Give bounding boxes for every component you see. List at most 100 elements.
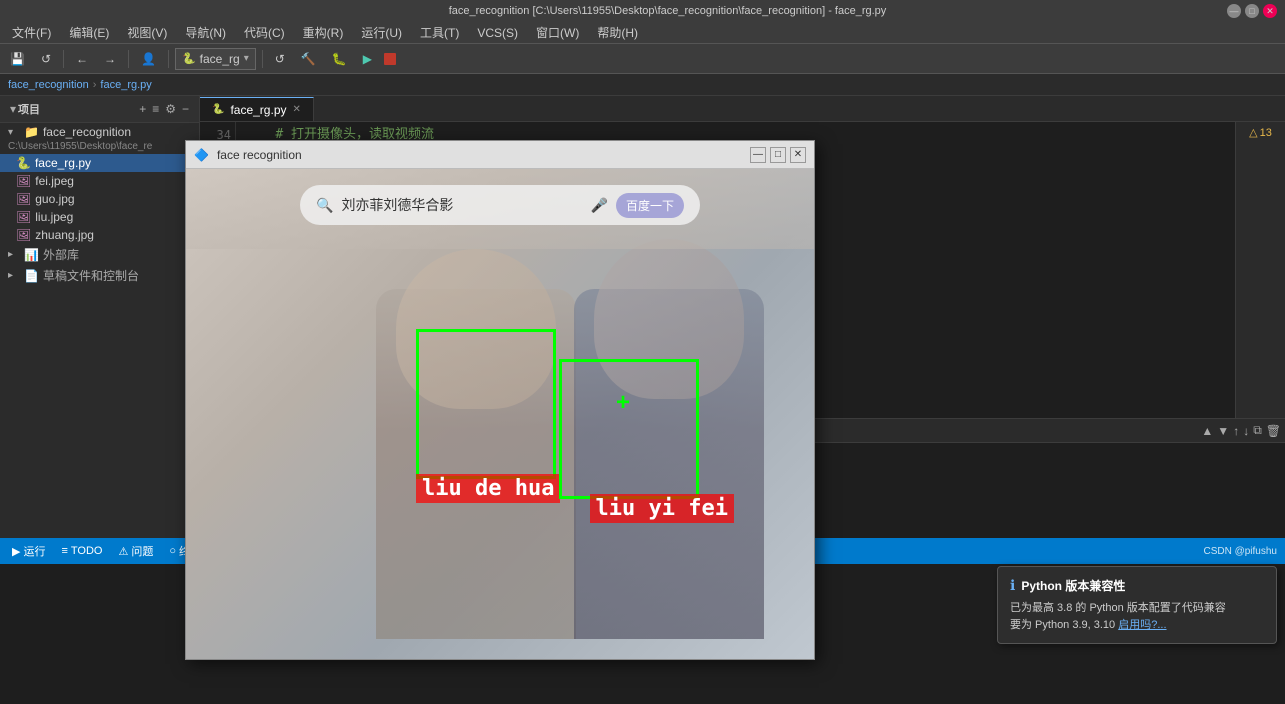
refresh-button[interactable]: ↺ <box>269 50 291 68</box>
menu-help[interactable]: 帮助(H) <box>589 22 646 43</box>
tree-item-fei[interactable]: 🖼 fei.jpeg <box>0 172 199 190</box>
face-win-maximize[interactable]: □ <box>770 147 786 163</box>
status-issues-button[interactable]: ⚠ 问题 <box>114 543 157 559</box>
breadcrumb-file[interactable]: face_rg.py <box>100 79 151 91</box>
toolbar-separator3 <box>168 50 169 68</box>
close-button[interactable]: ✕ <box>1263 4 1277 18</box>
terminal-filter-button[interactable]: ↓ <box>1243 424 1249 438</box>
terminal-expand-button[interactable]: ⧉ <box>1253 423 1262 438</box>
face-win-app-icon: 🔷 <box>194 148 209 162</box>
csdn-attribution: CSDN @pifushu <box>1203 546 1277 557</box>
face-win-controls: — □ ✕ <box>750 147 806 163</box>
menu-file[interactable]: 文件(F) <box>4 22 59 43</box>
tree-arrow-external: ▸ <box>8 249 20 260</box>
menu-vcs[interactable]: VCS(S) <box>469 24 526 42</box>
terminal-pin-button[interactable]: ↑ <box>1233 424 1239 438</box>
warning-icon: △ <box>1249 126 1257 139</box>
warning-badge: △ 13 <box>1249 126 1272 139</box>
tree-item-face-rg[interactable]: 🐍 face_rg.py <box>0 154 199 172</box>
breadcrumb: face_recognition › face_rg.py <box>0 74 1285 96</box>
tree-root-path: C:\Users\11955\Desktop\face_re <box>0 141 199 154</box>
sidebar-list-button[interactable]: ≡ <box>150 100 161 118</box>
file-icon-zhuang: 🖼 <box>16 228 31 242</box>
tree-item-scratch[interactable]: ▸ 📄 草稿文件和控制台 <box>0 265 199 286</box>
menu-window[interactable]: 窗口(W) <box>528 22 587 43</box>
tree-item-liu[interactable]: 🖼 liu.jpeg <box>0 208 199 226</box>
run-config-dropdown[interactable]: 🐍 face_rg ▾ <box>175 48 256 70</box>
terminal-icon: ○ <box>169 545 176 557</box>
sidebar-actions: + ≡ ⚙ − <box>137 100 191 118</box>
tab-face-rg[interactable]: 🐍 face_rg.py ✕ <box>200 97 314 121</box>
maximize-button[interactable]: □ <box>1245 4 1259 18</box>
tree-item-external[interactable]: ▸ 📊 外部库 <box>0 244 199 265</box>
stop-button[interactable] <box>384 53 396 65</box>
face-box-green-left <box>416 329 556 479</box>
sidebar: ▾ 项目 + ≡ ⚙ − ▾ 📁 face_recognition C:\Use… <box>0 96 200 538</box>
toolbar-separator4 <box>262 50 263 68</box>
back-button[interactable]: ← <box>70 50 94 68</box>
notification-icon: ℹ <box>1010 577 1015 594</box>
issues-icon: ⚠ <box>118 545 128 558</box>
search-button[interactable]: 百度一下 <box>616 193 684 218</box>
user-button[interactable]: 👤 <box>135 50 162 68</box>
face-recognition-window: 🔷 face recognition — □ ✕ 🔍 刘亦菲刘德华合影 🎤 百 <box>185 140 815 660</box>
breadcrumb-project[interactable]: face_recognition <box>8 79 89 91</box>
sidebar-collapse-button[interactable]: ▾ <box>8 100 18 118</box>
status-run-button[interactable]: ▶ 运行 <box>8 543 49 559</box>
breadcrumb-sep: › <box>93 79 97 91</box>
menu-refactor[interactable]: 重构(R) <box>295 22 352 43</box>
run-label: 运行 <box>23 543 45 559</box>
menu-code[interactable]: 代码(C) <box>236 22 293 43</box>
toolbar-separator <box>63 50 64 68</box>
menu-view[interactable]: 视图(V) <box>119 22 175 43</box>
tree-folder-root[interactable]: ▾ 📁 face_recognition <box>0 123 199 141</box>
mic-icon[interactable]: 🎤 <box>591 197 608 214</box>
tree-item-zhuang[interactable]: 🖼 zhuang.jpg <box>0 226 199 244</box>
tree-root-name: face_recognition <box>43 125 191 139</box>
folder-icon-root: 📁 <box>24 125 39 139</box>
menu-run[interactable]: 运行(U) <box>353 22 410 43</box>
notification-link[interactable]: 启用吗?... <box>1118 619 1166 631</box>
face-label-person2: liu yi fei <box>590 494 734 523</box>
tree-item-guo[interactable]: 🖼 guo.jpg <box>0 190 199 208</box>
window-title: face_recognition [C:\Users\11955\Desktop… <box>108 5 1227 17</box>
toolbar-separator2 <box>128 50 129 68</box>
terminal-clear-button[interactable]: 🗑 <box>1266 424 1281 438</box>
todo-label: TODO <box>71 545 103 557</box>
terminal-scroll-down[interactable]: ▼ <box>1217 424 1229 438</box>
notification-popup: ℹ Python 版本兼容性 已为最高 3.8 的 Python 版本配置了代码… <box>997 566 1277 644</box>
menu-nav[interactable]: 导航(N) <box>177 22 234 43</box>
file-icon-guo: 🖼 <box>16 192 31 206</box>
tab-close-button[interactable]: ✕ <box>293 104 301 115</box>
window-controls: — □ ✕ <box>1227 4 1277 18</box>
face-content: 🔍 刘亦菲刘德华合影 🎤 百度一下 + liu de hua liu yi fe… <box>186 169 814 659</box>
sidebar-settings-button[interactable]: ⚙ <box>163 100 178 118</box>
face-win-close[interactable]: ✕ <box>790 147 806 163</box>
status-todo-button[interactable]: ≡ TODO <box>57 545 106 557</box>
sync-button[interactable]: ↺ <box>35 50 57 68</box>
menu-edit[interactable]: 编辑(E) <box>61 22 117 43</box>
face-win-minimize[interactable]: — <box>750 147 766 163</box>
tree-arrow-root: ▾ <box>8 127 20 138</box>
sidebar-header: ▾ 项目 + ≡ ⚙ − <box>0 96 199 123</box>
search-icon: 🔍 <box>316 197 333 214</box>
editor-tabs: 🐍 face_rg.py ✕ <box>200 96 1285 122</box>
external-libs-icon: 📊 <box>24 248 39 262</box>
file-icon-face-rg: 🐍 <box>16 156 31 170</box>
run-icon: ▶ <box>12 545 20 558</box>
tree-label-fei: fei.jpeg <box>35 174 191 188</box>
sidebar-hide-button[interactable]: − <box>180 100 191 118</box>
save-button[interactable]: 💾 <box>4 50 31 68</box>
run-button[interactable]: ▶ <box>357 50 378 68</box>
build-button[interactable]: 🔨 <box>295 50 322 68</box>
menu-tools[interactable]: 工具(T) <box>412 22 467 43</box>
tree-label-scratch: 草稿文件和控制台 <box>43 267 191 284</box>
tree-label-guo: guo.jpg <box>35 192 191 206</box>
debug-button[interactable]: 🐛 <box>326 50 353 68</box>
notification-title: Python 版本兼容性 <box>1021 577 1125 594</box>
search-text: 刘亦菲刘德华合影 <box>341 195 582 215</box>
minimize-button[interactable]: — <box>1227 4 1241 18</box>
forward-button[interactable]: → <box>98 50 122 68</box>
sidebar-add-button[interactable]: + <box>137 100 148 118</box>
terminal-scroll-up[interactable]: ▲ <box>1201 424 1213 438</box>
